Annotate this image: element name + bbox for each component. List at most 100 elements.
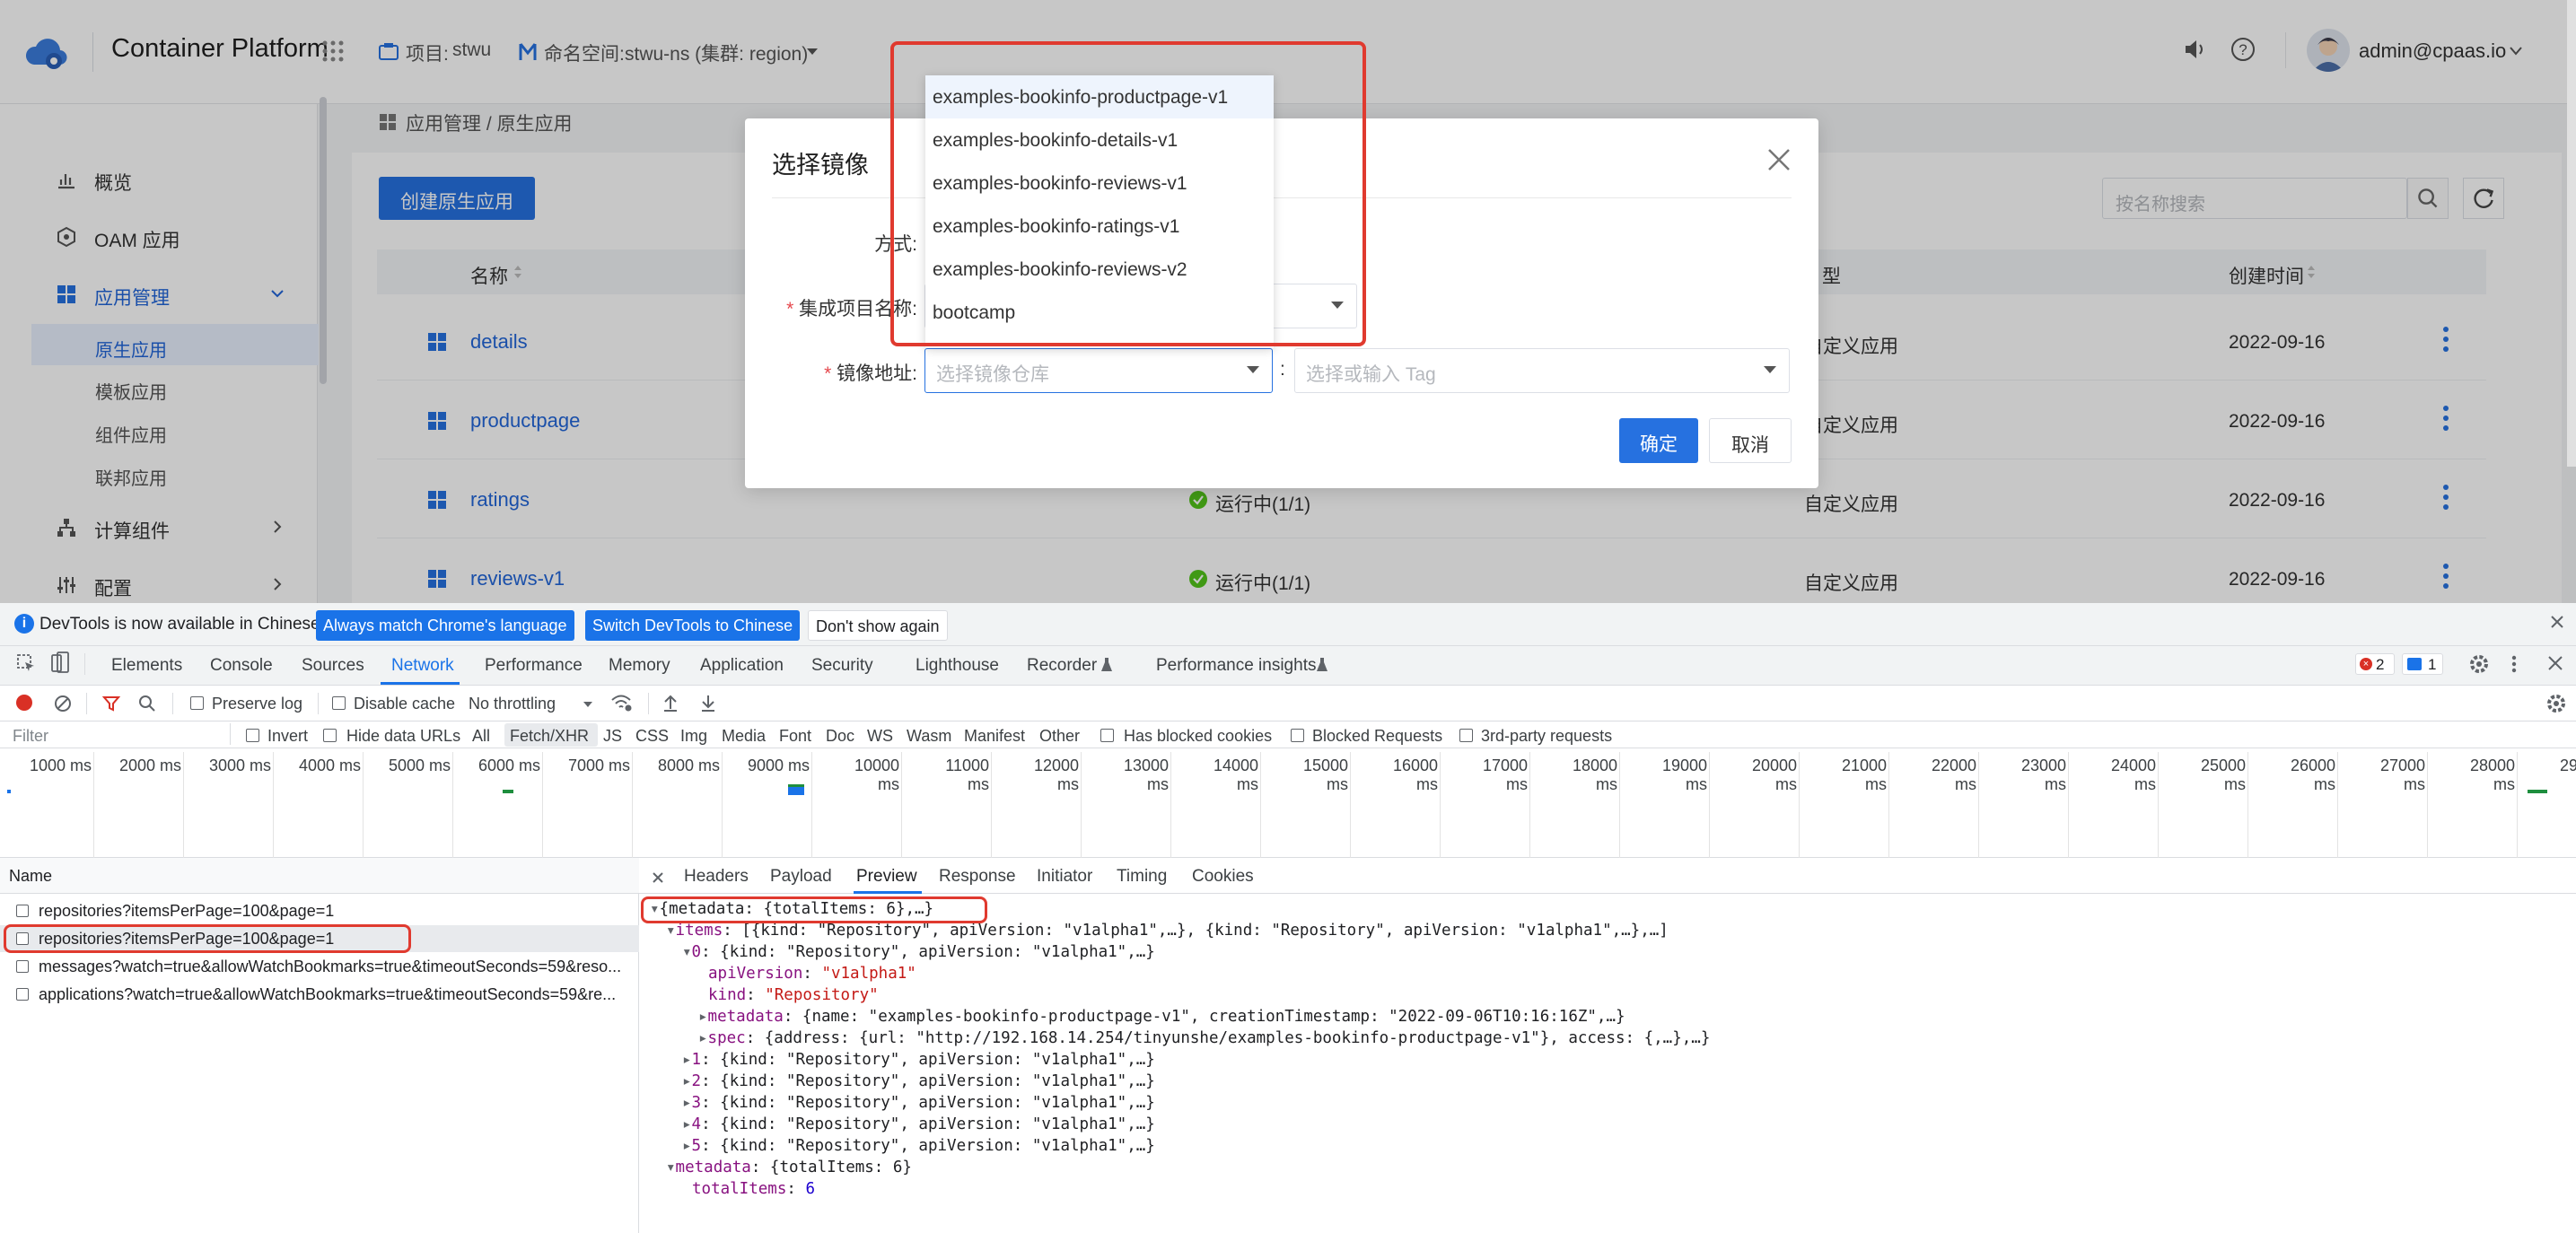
json-key: 3 [691, 1094, 702, 1112]
tab-payload[interactable]: Payload [770, 867, 832, 887]
json-tree-line[interactable]: ▸1: {kind: "Repository", apiVersion: "v1… [682, 1051, 1155, 1069]
request-row[interactable]: applications?watch=true&allowWatchBookma… [0, 981, 639, 1008]
tab-recorder[interactable]: Recorder [1027, 656, 1097, 676]
tab-elements[interactable]: Elements [111, 656, 182, 676]
invert-checkbox[interactable] [246, 729, 259, 742]
json-tree-line[interactable]: ▸2: {kind: "Repository", apiVersion: "v1… [682, 1072, 1155, 1090]
tab-initiator[interactable]: Initiator [1037, 867, 1092, 887]
json-tree-line[interactable]: ▸3: {kind: "Repository", apiVersion: "v1… [682, 1094, 1155, 1112]
timeline-tick-label: 10000 ms [854, 756, 899, 793]
match-language-button[interactable]: Always match Chrome's language [316, 610, 574, 641]
collapse-triangle-icon[interactable]: ▸ [682, 1051, 692, 1069]
filter-type-fetch-xhr[interactable]: Fetch/XHR [510, 727, 589, 746]
json-key: spec [707, 1029, 746, 1047]
confirm-button[interactable]: 确定 [1619, 418, 1698, 463]
dont-show-again-button[interactable]: Don't show again [808, 610, 948, 641]
clear-icon[interactable] [54, 695, 72, 713]
filter-type-doc[interactable]: Doc [826, 727, 854, 746]
filter-type-ws[interactable]: WS [867, 727, 893, 746]
filter-type-all[interactable]: All [472, 727, 490, 746]
throttling-select[interactable]: No throttling [469, 695, 556, 713]
network-settings-gear-icon[interactable] [2545, 693, 2567, 714]
json-key: 1 [691, 1051, 702, 1069]
json-tree-line[interactable]: ▾metadata: {totalItems: 6} [666, 1159, 912, 1176]
close-devtools-icon[interactable] [2547, 655, 2563, 671]
filter-type-other[interactable]: Other [1039, 727, 1080, 746]
import-har-icon[interactable] [662, 693, 679, 713]
json-tree-line[interactable]: ▾items: [{kind: "Repository", apiVersion… [666, 922, 1669, 940]
filter-type-wasm[interactable]: Wasm [907, 727, 951, 746]
switch-to-chinese-button[interactable]: Switch DevTools to Chinese [585, 610, 801, 641]
tab-cookies[interactable]: Cookies [1192, 867, 1254, 887]
tab-headers[interactable]: Headers [684, 867, 749, 887]
blocked-requests-checkbox[interactable] [1291, 729, 1304, 742]
wifi-settings-icon[interactable] [610, 693, 634, 713]
kebab-menu-icon[interactable] [2510, 653, 2519, 675]
throttling-caret-icon[interactable] [583, 702, 592, 707]
tab-preview[interactable]: Preview [856, 867, 917, 887]
filter-input[interactable]: Filter [13, 727, 48, 746]
toolbar-divider [86, 693, 87, 714]
timeline-tick-label: 6000 ms [478, 756, 540, 774]
filter-type-js[interactable]: JS [603, 727, 622, 746]
export-har-icon[interactable] [700, 693, 716, 713]
timeline-request-bar [503, 790, 513, 793]
request-row[interactable]: messages?watch=true&allowWatchBookmarks=… [0, 953, 639, 980]
page-scrollbar[interactable] [2567, 0, 2576, 467]
hide-data-urls-checkbox[interactable] [323, 729, 337, 742]
device-toolbar-icon[interactable] [50, 651, 70, 675]
filter-type-media[interactable]: Media [722, 727, 766, 746]
message-count-badge[interactable]: 1 [2402, 653, 2443, 675]
tab-lighthouse[interactable]: Lighthouse [916, 656, 999, 676]
json-tree-line[interactable]: ▸5: {kind: "Repository", apiVersion: "v1… [682, 1137, 1155, 1155]
collapse-triangle-icon[interactable]: ▸ [682, 1072, 692, 1090]
settings-gear-icon[interactable] [2468, 653, 2490, 675]
has-blocked-cookies-checkbox[interactable] [1100, 729, 1114, 742]
collapse-triangle-icon[interactable]: ▸ [682, 1094, 692, 1112]
tab-network[interactable]: Network [391, 656, 454, 676]
json-tree-line[interactable]: ▸4: {kind: "Repository", apiVersion: "v1… [682, 1115, 1155, 1133]
cancel-button[interactable]: 取消 [1709, 418, 1792, 463]
preserve-log-checkbox[interactable] [190, 696, 204, 710]
filter-type-img[interactable]: Img [680, 727, 707, 746]
expand-triangle-icon[interactable]: ▾ [666, 1159, 676, 1176]
name-column-header[interactable]: Name [9, 867, 52, 886]
json-key: metadata [707, 1008, 784, 1026]
close-icon[interactable] [1766, 147, 1792, 172]
image-tag-select[interactable]: 选择或输入 Tag [1294, 348, 1790, 393]
filter-type-css[interactable]: CSS [635, 727, 669, 746]
expand-triangle-icon[interactable]: ▾ [682, 943, 692, 961]
collapse-triangle-icon[interactable]: ▸ [682, 1137, 692, 1155]
close-icon[interactable] [2551, 616, 2563, 628]
tab-timing[interactable]: Timing [1117, 867, 1167, 887]
collapse-triangle-icon[interactable]: ▸ [698, 1008, 708, 1026]
tab-security[interactable]: Security [811, 656, 873, 676]
filter-type-font[interactable]: Font [779, 727, 811, 746]
tag-separator: : [1280, 359, 1285, 380]
image-repo-select[interactable]: 选择镜像仓库 [924, 348, 1273, 393]
tab-performance-insights[interactable]: Performance insights [1156, 656, 1316, 676]
json-tree-line[interactable]: ▸metadata: {name: "examples-bookinfo-pro… [698, 1008, 1625, 1026]
collapse-triangle-icon[interactable]: ▸ [682, 1115, 692, 1133]
filter-icon[interactable] [102, 695, 120, 713]
tab-response[interactable]: Response [939, 867, 1016, 887]
filter-type-manifest[interactable]: Manifest [964, 727, 1025, 746]
record-icon[interactable] [16, 695, 32, 711]
expand-triangle-icon[interactable]: ▾ [666, 922, 676, 940]
tab-memory[interactable]: Memory [609, 656, 670, 676]
tab-console[interactable]: Console [210, 656, 273, 676]
tab-application[interactable]: Application [700, 656, 784, 676]
close-detail-icon[interactable] [652, 871, 664, 884]
json-tree-line[interactable]: ▾0: {kind: "Repository", apiVersion: "v1… [682, 943, 1155, 961]
search-icon[interactable] [138, 695, 156, 713]
tab-performance[interactable]: Performance [485, 656, 583, 676]
timeline-gridline [991, 752, 992, 858]
error-count-badge[interactable]: × 2 [2355, 653, 2395, 675]
third-party-checkbox[interactable] [1459, 729, 1473, 742]
disable-cache-checkbox[interactable] [332, 696, 346, 710]
inspect-element-icon[interactable] [16, 653, 36, 673]
collapse-triangle-icon[interactable]: ▸ [698, 1029, 708, 1047]
json-tree-line[interactable]: ▸spec: {address: {url: "http://192.168.1… [698, 1029, 1710, 1047]
request-row[interactable]: repositories?itemsPerPage=100&page=1 [0, 897, 639, 924]
tab-sources[interactable]: Sources [302, 656, 364, 676]
